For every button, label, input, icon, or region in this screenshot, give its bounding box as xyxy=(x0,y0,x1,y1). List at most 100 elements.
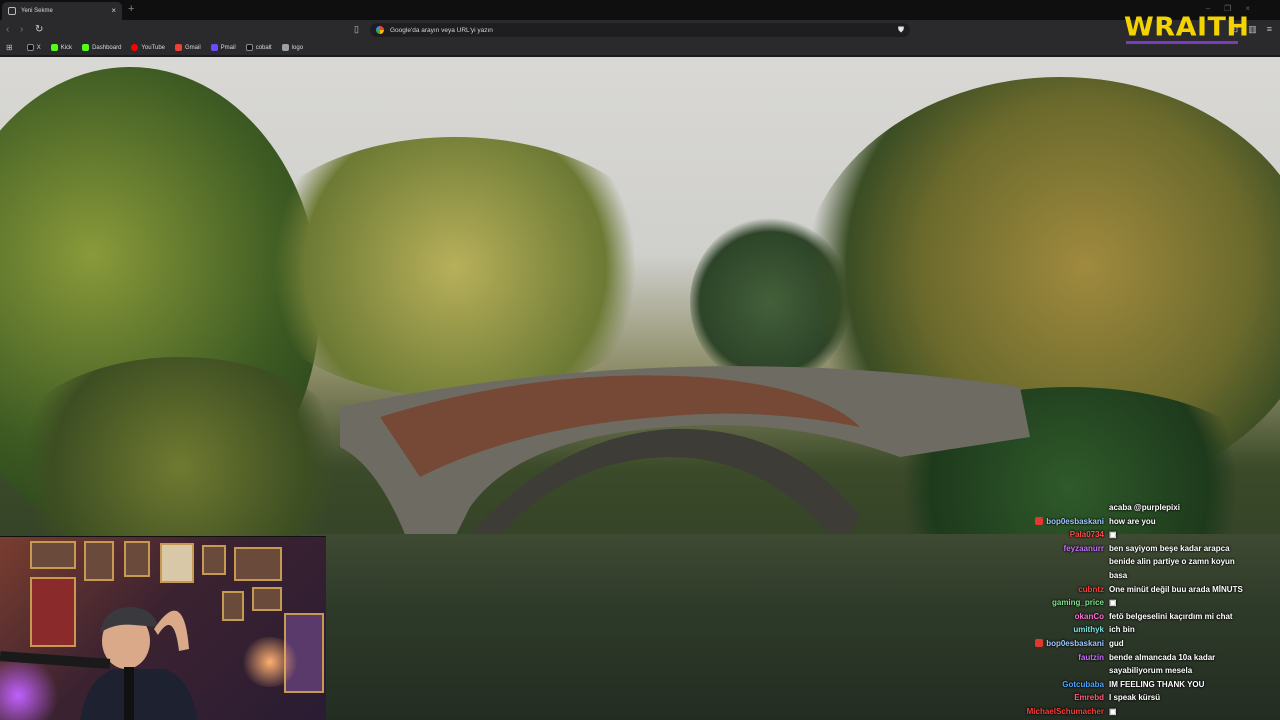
chat-message-text: how are you xyxy=(1109,516,1156,526)
stone-bridge xyxy=(340,366,1030,547)
close-window-icon[interactable]: × xyxy=(1245,4,1250,13)
tab-close-icon[interactable]: × xyxy=(111,7,116,15)
chat-username: Gotcubaba xyxy=(1062,679,1104,691)
wall-picture-frame xyxy=(252,587,282,611)
chat-username-text: Emrebd xyxy=(1074,693,1104,703)
chat-username-text: fautzin xyxy=(1078,652,1104,662)
back-icon[interactable]: ‹ xyxy=(6,24,9,36)
streamer-figure xyxy=(80,607,198,720)
brave-shield-icon[interactable]: ⛊ xyxy=(898,25,904,35)
chat-message-text: acaba @purplepixi xyxy=(1109,503,1180,512)
chat-message-text: bende almancada 10a kadar xyxy=(1109,652,1216,662)
chat-username-text: okanCo xyxy=(1074,611,1104,621)
menu-icon[interactable]: ≡ xyxy=(1267,24,1272,35)
google-icon xyxy=(376,26,384,34)
new-tab-button[interactable]: + xyxy=(128,3,134,15)
shield-favicon-icon xyxy=(8,7,16,15)
lamp-glow xyxy=(240,637,300,687)
bookmark-youtube[interactable]: YouTube xyxy=(131,44,165,51)
chat-username-text: bop0esbaskani xyxy=(1046,639,1104,648)
chat-username: Emrebd xyxy=(1074,692,1104,704)
address-bar-placeholder: Google'da arayın veya URL'yi yazın xyxy=(390,26,493,34)
apps-grid-icon[interactable]: ⊞ xyxy=(6,43,13,52)
webcam-overlay xyxy=(0,536,326,720)
bookmark-logo[interactable]: logo xyxy=(281,44,303,51)
chat-message-text: gud xyxy=(1109,639,1124,648)
tab-new-tab[interactable]: Yeni Sekme × xyxy=(2,2,122,20)
chat-message-text: fetö belgeselini kaçırdım mi chat xyxy=(1109,611,1233,621)
wall-picture-frame xyxy=(30,577,76,647)
kick-icon xyxy=(50,44,58,51)
chat-username-text: Pala0734 xyxy=(1069,530,1104,540)
kick-dashboard-icon xyxy=(82,44,90,51)
window-controls: – ❐ × xyxy=(1206,4,1250,13)
chat-message-text: ben sayiyom beşe kadar arapca xyxy=(1109,543,1230,553)
chat-message-text: One minüt değil buu arada MİNUTS xyxy=(1109,584,1243,594)
bookmark-cobalt[interactable]: cobalt xyxy=(245,44,272,51)
chat-username: MichaelSchumacher xyxy=(1027,706,1104,718)
chat-message-text: basa xyxy=(1109,571,1128,580)
chat-username: gaming_price xyxy=(1052,597,1104,609)
chat-username: fautzin xyxy=(1078,652,1104,664)
wall-picture-frame xyxy=(124,541,150,577)
chat-overlay: acaba @purplepixi bop0esbaskani how are yo… xyxy=(990,500,1276,720)
chat-message-text: ▣ xyxy=(1109,707,1117,716)
wall-picture-frame xyxy=(84,541,114,581)
wall-picture-frame xyxy=(234,547,282,581)
chat-message-text: ▣ xyxy=(1109,598,1117,608)
bookmark-icon[interactable]: ▯ xyxy=(354,24,359,35)
bookmark-dashboard[interactable]: Dashboard xyxy=(82,44,121,51)
chat-username: bop0esbaskani xyxy=(1035,638,1104,650)
subscriber-badge-icon xyxy=(1035,639,1044,647)
browser-toolbar: ‹ › ↻ ▯ Google'da arayın veya URL'yi yaz… xyxy=(0,20,1280,40)
subscriber-badge-icon xyxy=(1035,516,1044,525)
minimize-icon[interactable]: – xyxy=(1206,4,1210,13)
chat-message-text: I speak kürsü xyxy=(1109,693,1161,703)
reload-icon[interactable]: ↻ xyxy=(35,24,43,36)
chat-message-text: ich bin xyxy=(1109,625,1135,635)
microphone-stand xyxy=(124,667,134,720)
chat-username-text: bop0esbaskani xyxy=(1046,516,1104,526)
tab-title: Yeni Sekme xyxy=(21,8,53,14)
bookmark-x[interactable]: X xyxy=(26,44,41,51)
youtube-icon xyxy=(131,44,139,51)
forward-icon[interactable]: › xyxy=(20,24,23,36)
chat-username-text: cubntz xyxy=(1078,584,1104,594)
chat-username: okanCo xyxy=(1075,611,1104,623)
chat-message-text: benide alin partiye o zamn koyun xyxy=(1109,557,1235,567)
chat-message-text: sayabiliyorum mesela xyxy=(1109,666,1193,676)
chat-message-text: IM FEELING THANK YOU xyxy=(1109,679,1205,689)
cobalt-icon xyxy=(245,44,253,51)
wall-picture-frame xyxy=(30,541,76,569)
chat-message-text: ▣ xyxy=(1109,530,1117,540)
chat-username: umithyk xyxy=(1073,624,1104,636)
chat-username-text: MichaelSchumacher xyxy=(1026,707,1104,716)
tab-strip: Yeni Sekme × + – ❐ × xyxy=(0,0,1280,20)
wall-picture-frame xyxy=(222,591,244,621)
chat-username: Pala0734 xyxy=(1070,529,1104,541)
streamer-torso xyxy=(80,669,198,720)
wall-picture-frame xyxy=(202,545,226,575)
bookmark-gmail[interactable]: Gmail xyxy=(175,44,201,51)
wall-picture-frame xyxy=(160,543,194,583)
bookmark-pmail[interactable]: Pmail xyxy=(210,44,236,51)
page-icon xyxy=(281,44,289,51)
chat-username: feyzaanurr xyxy=(1064,543,1104,555)
wraith-logo-underline xyxy=(1126,41,1238,44)
wraith-logo: WRAITH xyxy=(1124,12,1250,43)
bookmarks-bar: ⊞ X Kick Dashboard YouTube Gmail Pmail c… xyxy=(0,40,1280,56)
purple-light xyxy=(0,657,60,720)
chat-username-text: Gotcubaba xyxy=(1062,679,1104,689)
x-icon xyxy=(26,44,34,51)
chat-username: cubntz xyxy=(1078,584,1104,596)
chat-username-text: feyzaanurr xyxy=(1063,543,1104,553)
streamer-raised-arm xyxy=(154,610,189,651)
chat-username-text: umithyk xyxy=(1073,625,1104,635)
bookmark-kick[interactable]: Kick xyxy=(50,44,72,51)
gmail-icon xyxy=(175,44,182,51)
chat-username: bop0esbaskani xyxy=(1035,516,1104,528)
proton-mail-icon xyxy=(210,44,218,51)
chat-username-text: gaming_price xyxy=(1051,598,1104,608)
address-bar[interactable]: Google'da arayın veya URL'yi yazın ⛊ xyxy=(370,23,910,37)
maximize-icon[interactable]: ❐ xyxy=(1224,4,1231,13)
